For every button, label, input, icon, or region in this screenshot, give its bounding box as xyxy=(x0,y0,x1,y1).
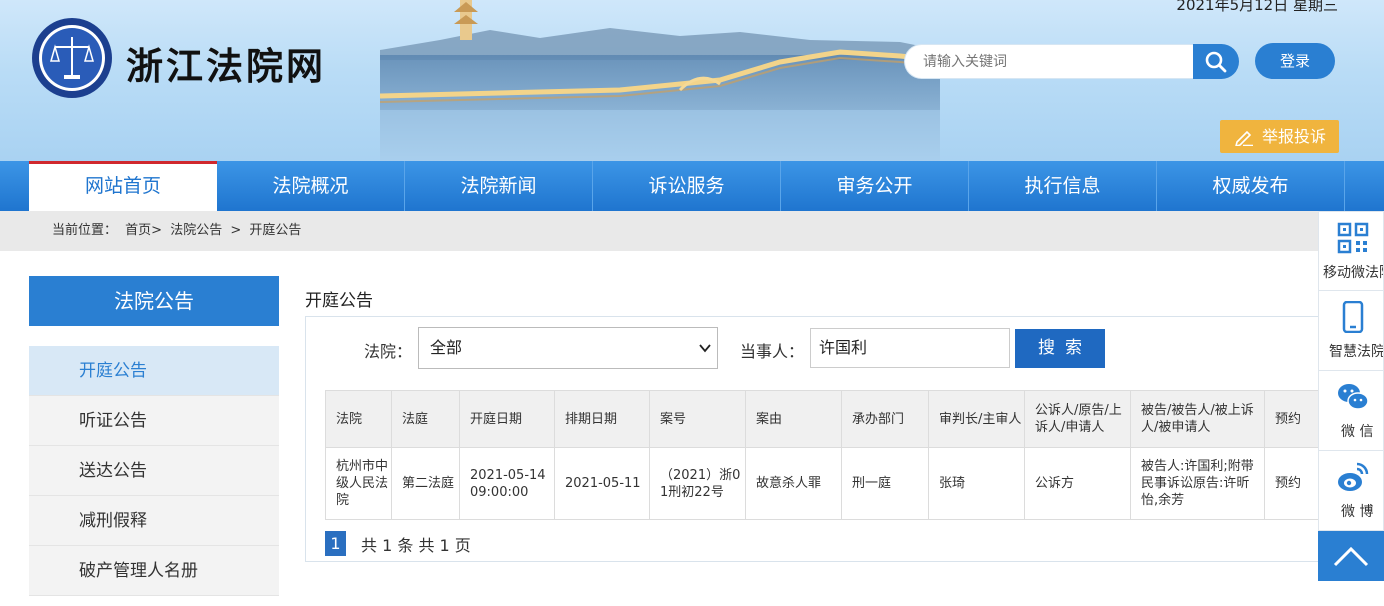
nav-item-litigation-service[interactable]: 诉讼服务 xyxy=(593,161,781,211)
query-button[interactable]: 搜索 xyxy=(1015,329,1105,368)
court-select-value: 全部 xyxy=(430,338,463,357)
col-courtroom: 法庭 xyxy=(391,390,460,448)
breadcrumb-home-link[interactable]: 首页> xyxy=(125,223,162,238)
wechat-button[interactable]: 微 信 xyxy=(1318,371,1384,451)
nav-item-authoritative-release[interactable]: 权威发布 xyxy=(1157,161,1345,211)
table-row: 杭州市中级人民法院 第二法庭 2021-05-14 09:00:00 2021-… xyxy=(325,447,1319,520)
col-plaintiff: 公诉人/原告/上诉人/申请人 xyxy=(1024,390,1131,448)
site-title: 浙江法院网 xyxy=(126,44,326,88)
cell-court: 杭州市中级人民法院 xyxy=(325,447,392,520)
party-label: 当事人： xyxy=(740,342,805,361)
sidebar-item-hearing-notice-2[interactable]: 听证公告 xyxy=(29,396,279,446)
col-reservation: 预约 xyxy=(1264,390,1319,448)
pagination-info: 共 1 条 共 1 页 xyxy=(361,535,471,555)
qr-code-icon xyxy=(1337,222,1369,254)
court-label: 法院： xyxy=(364,342,413,361)
sidebar-item-bankruptcy-administrators[interactable]: 破产管理人名册 xyxy=(29,546,279,596)
sidebar-title: 法院公告 xyxy=(29,276,279,326)
report-complaint-label: 举报投诉 xyxy=(1262,127,1327,146)
hearing-results-table: 法院 法庭 开庭日期 排期日期 案号 案由 承办部门 审判长/主审人 公诉人/原… xyxy=(325,390,1319,520)
mobile-micro-court-label: 移动微法院 xyxy=(1323,265,1383,281)
weibo-icon xyxy=(1338,462,1369,491)
west-lake-banner-image xyxy=(380,0,940,161)
party-name-input[interactable]: 许国利 xyxy=(810,328,1010,368)
nav-item-trial-disclosure[interactable]: 审务公开 xyxy=(781,161,969,211)
col-schedule-date: 排期日期 xyxy=(554,390,650,448)
weibo-label: 微 博 xyxy=(1341,504,1374,520)
breadcrumb-prefix: 当前位置： xyxy=(52,223,118,238)
nav-item-court-news[interactable]: 法院新闻 xyxy=(405,161,593,211)
search-button[interactable] xyxy=(1193,44,1239,79)
cell-plaintiff: 公诉方 xyxy=(1024,447,1131,520)
cell-presiding-judge: 张琦 xyxy=(928,447,1025,520)
cell-hearing-date: 2021-05-14 09:00:00 xyxy=(459,447,555,520)
page-number-button[interactable]: 1 xyxy=(325,531,346,556)
table-header-row: 法院 法庭 开庭日期 排期日期 案号 案由 承办部门 审判长/主审人 公诉人/原… xyxy=(325,390,1319,448)
cell-courtroom: 第二法庭 xyxy=(391,447,460,520)
breadcrumb: 当前位置： 首页> 法院公告 > 开庭公告 xyxy=(0,211,1318,251)
weibo-button[interactable]: 微 博 xyxy=(1318,451,1384,531)
search-icon xyxy=(1205,51,1227,72)
cell-department: 刑一庭 xyxy=(841,447,929,520)
search-input[interactable] xyxy=(904,44,1194,79)
page-title: 开庭公告 xyxy=(305,291,373,311)
nav-item-home[interactable]: 网站首页 xyxy=(29,161,217,211)
chevron-up-icon xyxy=(1333,546,1369,567)
sidebar-menu: 开庭公告 听证公告 送达公告 减刑假释 破产管理人名册 xyxy=(29,346,279,596)
cell-case-number: （2021）浙01刑初22号 xyxy=(649,447,746,520)
col-hearing-date: 开庭日期 xyxy=(459,390,555,448)
chevron-down-icon xyxy=(699,344,711,353)
main-navigation: 网站首页 法院概况 法院新闻 诉讼服务 审务公开 执行信息 权威发布 xyxy=(0,161,1384,211)
wechat-icon xyxy=(1338,384,1369,410)
breadcrumb-separator: > xyxy=(230,223,242,238)
login-button[interactable]: 登录 xyxy=(1255,43,1335,79)
nav-item-enforcement-info[interactable]: 执行信息 xyxy=(969,161,1157,211)
breadcrumb-notices-link[interactable]: 法院公告 xyxy=(170,223,222,238)
mobile-phone-icon xyxy=(1342,301,1364,333)
site-header: 2021年5月12日 星期三 浙江法院网 登录 举报投诉 xyxy=(0,0,1384,161)
col-cause: 案由 xyxy=(745,390,842,448)
sidebar-item-hearing-notice[interactable]: 开庭公告 xyxy=(29,346,279,396)
report-complaint-button[interactable]: 举报投诉 xyxy=(1220,120,1339,153)
smart-court-label: 智慧法院 xyxy=(1329,344,1384,360)
mobile-micro-court-button[interactable]: 移动微法院 xyxy=(1318,211,1384,291)
col-court: 法院 xyxy=(325,390,392,448)
wechat-label: 微 信 xyxy=(1341,424,1374,440)
court-emblem-logo xyxy=(32,18,112,98)
cell-reservation-link[interactable]: 预约 xyxy=(1264,447,1319,520)
court-select[interactable]: 全部 xyxy=(418,327,718,369)
edit-pencil-icon xyxy=(1235,130,1253,146)
nav-item-court-overview[interactable]: 法院概况 xyxy=(217,161,405,211)
current-date: 2021年5月12日 星期三 xyxy=(1176,0,1338,14)
cell-cause: 故意杀人罪 xyxy=(745,447,842,520)
sidebar-item-service-notice[interactable]: 送达公告 xyxy=(29,446,279,496)
cell-defendant: 被告人:许国利;附带民事诉讼原告:许昕怡,余芳 xyxy=(1130,447,1265,520)
col-presiding-judge: 审判长/主审人 xyxy=(928,390,1025,448)
floating-toolbar: 移动微法院 智慧法院 微 信 微 博 xyxy=(1318,211,1384,581)
col-case-number: 案号 xyxy=(649,390,746,448)
sidebar-item-commutation-parole[interactable]: 减刑假释 xyxy=(29,496,279,546)
back-to-top-button[interactable] xyxy=(1318,531,1384,581)
col-department: 承办部门 xyxy=(841,390,929,448)
smart-court-button[interactable]: 智慧法院 xyxy=(1318,291,1384,371)
col-defendant: 被告/被告人/被上诉人/被申请人 xyxy=(1130,390,1265,448)
breadcrumb-current: 开庭公告 xyxy=(249,223,302,238)
pagination: 1 共 1 条 共 1 页 xyxy=(325,531,471,556)
cell-schedule-date: 2021-05-11 xyxy=(554,447,650,520)
